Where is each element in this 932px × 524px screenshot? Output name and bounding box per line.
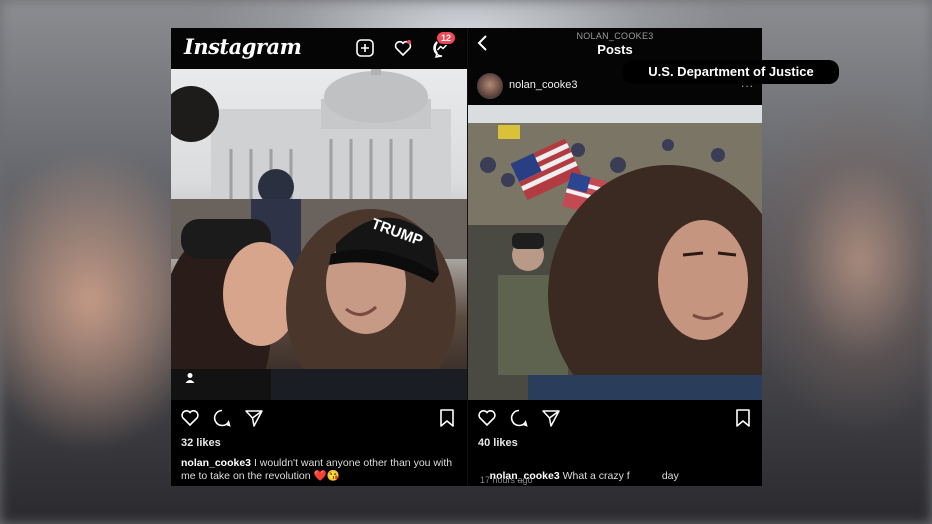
share-icon[interactable] — [244, 408, 264, 428]
post-caption: nolan_cooke3 I wouldn't want anyone othe… — [181, 457, 461, 483]
post-username[interactable]: nolan_cooke3 — [509, 79, 578, 91]
notification-badge: 12 — [436, 31, 457, 45]
right-action-bar — [468, 408, 762, 434]
crowd-selfie-image — [468, 105, 762, 400]
comment-icon[interactable] — [509, 408, 529, 428]
like-count: 40 likes — [478, 437, 518, 449]
share-icon[interactable] — [541, 408, 561, 428]
post-photo — [468, 105, 762, 400]
post-timestamp: 17 hours ago — [480, 475, 533, 485]
left-action-bar — [171, 408, 467, 434]
like-count: 32 likes — [181, 437, 221, 449]
save-icon[interactable] — [437, 408, 457, 428]
caption-text: What a crazy f day — [562, 470, 679, 482]
avatar[interactable] — [477, 73, 503, 99]
post-photo: TRUMP — [171, 69, 467, 400]
caption-username[interactable]: nolan_cooke3 — [181, 457, 251, 469]
capitol-selfie-image: TRUMP — [171, 69, 467, 400]
tagged-user-icon[interactable] — [185, 372, 195, 384]
right-instagram-post: NOLAN_COOKE3 Posts nolan_cooke3 ... — [467, 28, 762, 486]
like-icon[interactable] — [477, 408, 497, 428]
add-post-icon[interactable] — [355, 38, 375, 58]
save-icon[interactable] — [733, 408, 753, 428]
caption-emoji: ❤️😘 — [313, 470, 340, 482]
heart-icon[interactable] — [393, 38, 413, 58]
back-icon[interactable] — [476, 34, 490, 52]
header-title: Posts — [597, 42, 633, 57]
comment-icon[interactable] — [212, 408, 232, 428]
like-icon[interactable] — [180, 408, 200, 428]
left-instagram-post: Instagram 12 TRUMP 32 likes nolan_cooke3… — [171, 28, 467, 486]
source-watermark: U.S. Department of Justice — [623, 60, 839, 84]
instagram-header: Instagram 12 — [171, 28, 467, 69]
instagram-logo: Instagram — [184, 34, 302, 59]
header-username: NOLAN_COOKE3 — [576, 31, 654, 41]
